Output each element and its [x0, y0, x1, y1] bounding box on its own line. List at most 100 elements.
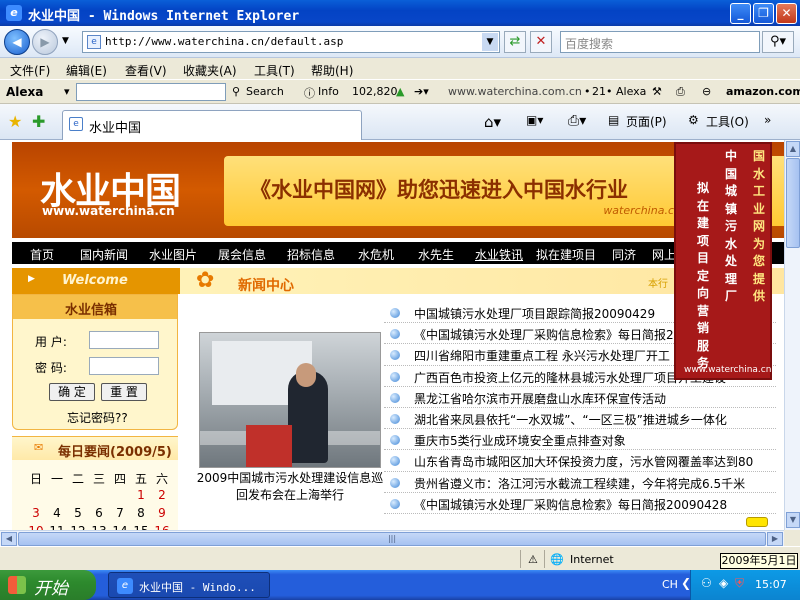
alexa-info-button[interactable]: Info [318, 85, 339, 98]
horizontal-scroll-thumb[interactable]: ||| [18, 532, 766, 546]
page-menu[interactable]: 页面(P) [626, 113, 667, 130]
news-title[interactable]: 中国城镇污水处理厂项目跟踪简报20090429 [414, 305, 655, 322]
print-icon[interactable]: ⎙▾ [568, 113, 586, 129]
photo-caption[interactable]: 2009中国城市污水处理建设信息巡回发布会在上海举行 [196, 470, 384, 504]
cal-day[interactable]: 5 [68, 506, 88, 520]
cal-day[interactable]: 1 [131, 488, 151, 502]
popup-blocked-icon[interactable]: ⚠ [528, 553, 538, 566]
cal-day[interactable]: 4 [47, 506, 67, 520]
menu-favorites[interactable]: 收藏夹(A) [183, 62, 237, 79]
clock[interactable]: 15:07 [755, 578, 787, 591]
nav-home[interactable]: 首页 [30, 246, 54, 263]
reset-button[interactable]: 重 置 [101, 383, 147, 401]
horizontal-scrollbar[interactable]: ◀ ||| ▶ [0, 530, 784, 546]
news-title[interactable]: 贵州省遵义市：洛江河污水截流工程续建，今年将完成6.5千米 [414, 475, 745, 492]
scroll-down-icon[interactable]: ▼ [786, 512, 800, 528]
tray-arrow-icon[interactable]: ❮ [681, 576, 691, 590]
alexa-search-button[interactable]: Search [246, 85, 284, 98]
search-icon[interactable]: ⚲ [232, 85, 240, 98]
maximize-button[interactable]: ❐ [753, 3, 774, 24]
cal-day[interactable]: 9 [152, 506, 172, 520]
scroll-up-icon[interactable]: ▲ [786, 141, 800, 157]
amazon-link[interactable]: amazon.com [726, 85, 800, 98]
scroll-left-icon[interactable]: ◀ [1, 532, 17, 546]
tab-waterchina[interactable]: e 水业中国 [62, 110, 362, 140]
menu-view[interactable]: 查看(V) [125, 62, 167, 79]
news-item[interactable]: 湖北省来凤县依托“一水双城”、“一区三极”推进城乡一体化 [384, 408, 776, 430]
news-title[interactable]: 湖北省来凤县依托“一水双城”、“一区三极”推进城乡一体化 [414, 411, 727, 428]
nav-projects[interactable]: 拟在建项目 [536, 246, 596, 263]
widget-icon[interactable]: ⚒ [652, 85, 662, 98]
nav-water-news[interactable]: 水业铁讯 [475, 246, 523, 263]
chevron-right-icon[interactable]: » [764, 113, 771, 127]
menu-edit[interactable]: 编辑(E) [66, 62, 107, 79]
nav-tongji[interactable]: 同济 [612, 246, 636, 263]
news-photo[interactable] [199, 332, 381, 468]
tools-menu[interactable]: 工具(O) [706, 113, 749, 130]
alexa-search-input[interactable] [76, 83, 226, 101]
volume-icon[interactable]: ◈ [719, 576, 728, 590]
network-icon[interactable]: ⚇ [701, 576, 712, 590]
menu-file[interactable]: 文件(F) [10, 62, 50, 79]
add-favorite-icon[interactable]: ✚ [32, 112, 45, 131]
news-item[interactable]: 黑龙江省哈尔滨市开展磨盘山水库环保宣传活动 [384, 387, 776, 408]
nav-domestic-news[interactable]: 国内新闻 [80, 246, 128, 263]
close-button[interactable]: ✕ [776, 3, 797, 24]
alexa-brand[interactable]: Alexa [6, 85, 43, 99]
start-button[interactable]: 开始 [0, 570, 96, 600]
taskbar-item-ie[interactable]: e 水业中国 - Windo... [108, 572, 270, 598]
news-item[interactable]: 山东省青岛市城阳区加大环保投资力度，污水管网覆盖率达到80 [384, 450, 776, 472]
float-close-tab[interactable] [746, 517, 768, 527]
search-input[interactable]: 百度搜索 [560, 31, 760, 53]
bookmark-link[interactable]: 本行 [648, 275, 668, 290]
login-button[interactable]: 确 定 [49, 383, 95, 401]
search-icon[interactable]: ⚲▾ [762, 31, 794, 53]
nav-mr-water[interactable]: 水先生 [418, 246, 454, 263]
language-indicator[interactable]: CH [662, 578, 678, 591]
vertical-scroll-thumb[interactable] [786, 158, 800, 248]
nav-online[interactable]: 网上 [652, 246, 676, 263]
link-icon[interactable]: ⊖ [702, 85, 711, 98]
stop-icon[interactable]: ✕ [530, 31, 552, 53]
back-button[interactable]: ◀ [4, 29, 30, 55]
nav-water-crisis[interactable]: 水危机 [358, 246, 394, 263]
address-dropdown-icon[interactable]: ▼ [482, 33, 498, 51]
forgot-password-link[interactable]: 忘记密码?? [67, 409, 128, 426]
news-item[interactable]: 《中国城镇污水处理厂采购信息检索》每日简报20090428 [384, 493, 776, 514]
feeds-icon[interactable]: ▣▾ [526, 113, 543, 127]
nav-pictures[interactable]: 水业图片 [149, 246, 197, 263]
cal-day[interactable]: 7 [110, 506, 130, 520]
news-title[interactable]: 四川省绵阳市重建重点工程 永兴污水处理厂开工 [414, 347, 670, 364]
info-icon[interactable]: ⓘ [304, 85, 315, 101]
vertical-scrollbar[interactable]: ▲ ▼ [784, 140, 800, 530]
news-title[interactable]: 山东省青岛市城阳区加大环保投资力度，污水管网覆盖率达到80 [414, 453, 753, 470]
scroll-right-icon[interactable]: ▶ [767, 532, 783, 546]
nav-tenders[interactable]: 招标信息 [287, 246, 335, 263]
password-input[interactable] [89, 357, 159, 375]
cal-day[interactable]: 3 [26, 506, 46, 520]
minimize-button[interactable]: _ [730, 3, 751, 24]
cal-day[interactable]: 6 [89, 506, 109, 520]
nav-exhibitions[interactable]: 展会信息 [218, 246, 266, 263]
print-icon[interactable]: ⎙ [676, 85, 685, 99]
favorites-star-icon[interactable]: ★ [8, 112, 22, 131]
cal-day[interactable]: 2 [152, 488, 172, 502]
news-title[interactable]: 黑龙江省哈尔滨市开展磨盘山水库环保宣传活动 [414, 390, 666, 407]
news-title[interactable]: 重庆市5类行业成环境安全重点排查对象 [414, 432, 626, 449]
news-title[interactable]: 《中国城镇污水处理厂采购信息检索》每日简报20090428 [414, 496, 727, 513]
home-icon[interactable]: ⌂▾ [484, 113, 501, 131]
related-icon[interactable]: ➔▾ [414, 85, 429, 98]
refresh-icon[interactable]: ⇄ [504, 31, 526, 53]
security-shield-icon[interactable]: ⛨ [735, 576, 744, 591]
floating-ad[interactable]: 国水工业网为您提供 中国城镇污水处理厂 拟在建项目定向营销服务 www.wate… [674, 142, 772, 380]
news-item[interactable]: 贵州省遵义市：洛江河污水截流工程续建，今年将完成6.5千米 [384, 472, 776, 493]
news-title[interactable]: 《中国城镇污水处理厂采购信息检索》每日简报20 [414, 326, 681, 343]
address-bar[interactable]: e http://www.waterchina.cn/default.asp ▼ [82, 31, 500, 53]
menu-tools[interactable]: 工具(T) [254, 62, 295, 79]
username-input[interactable] [89, 331, 159, 349]
history-dropdown-icon[interactable]: ▼ [62, 36, 69, 46]
cal-day[interactable]: 8 [131, 506, 151, 520]
menu-help[interactable]: 帮助(H) [311, 62, 353, 79]
forward-button[interactable]: ▶ [32, 29, 58, 55]
news-item[interactable]: 重庆市5类行业成环境安全重点排查对象 [384, 429, 776, 451]
